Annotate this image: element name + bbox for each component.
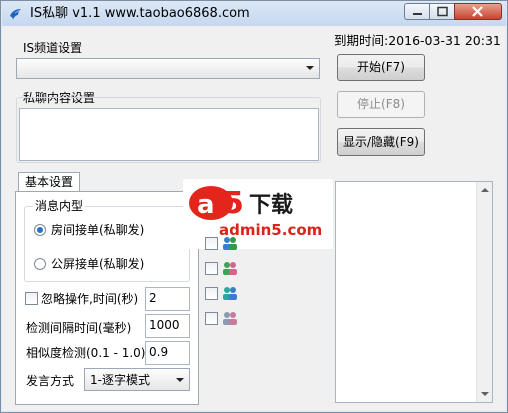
radio-room-order[interactable]	[34, 224, 46, 236]
similarity-label: 相似度检测(0.1 - 1.0)	[26, 346, 146, 360]
avatar-checkbox-2[interactable]	[205, 262, 218, 275]
logo-five: 5	[223, 186, 244, 221]
toggle-visibility-button[interactable]: 显示/隐藏(F9)	[337, 128, 425, 156]
stop-button[interactable]: 停止(F8)	[337, 91, 425, 118]
speak-mode-label: 发言方式	[26, 374, 75, 388]
start-button-label: 开始(F7)	[357, 60, 405, 74]
speak-mode-select[interactable]: 1-逐字模式	[84, 368, 190, 391]
radio-public-order-label: 公屏接单(私聊发)	[51, 257, 145, 271]
channel-select[interactable]	[16, 58, 320, 79]
channel-settings-label: IS频道设置	[23, 41, 83, 55]
logo-download-text: 下载	[249, 192, 293, 218]
radio-public-order[interactable]	[34, 258, 46, 270]
similarity-input[interactable]: 0.9	[145, 341, 190, 365]
ignore-label: 忽略操作,时间(秒)	[41, 292, 139, 306]
users-blue-icon	[223, 237, 237, 250]
users-green-icon	[223, 262, 237, 275]
radio-room-order-label: 房间接单(私聊发)	[51, 223, 145, 237]
stop-button-label: 停止(F8)	[357, 97, 405, 111]
ignore-seconds-input[interactable]: 2	[145, 287, 190, 311]
start-button[interactable]: 开始(F7)	[337, 54, 425, 81]
minimize-button[interactable]	[404, 3, 430, 20]
bird-app-icon	[10, 9, 21, 20]
ignore-checkbox[interactable]	[25, 292, 38, 305]
minimize-icon	[413, 13, 422, 15]
content-textarea[interactable]	[19, 108, 319, 161]
tab-basic-settings-label: 基本设置	[24, 175, 73, 189]
speak-mode-value: 1-逐字模式	[90, 373, 150, 387]
title-bar[interactable]: IS私聊 v1.1 www.taobao6868.com	[2, 2, 506, 26]
main-window: IS私聊 v1.1 www.taobao6868.com IS频道设置 私聊内容…	[0, 0, 508, 413]
chevron-down-icon	[176, 378, 184, 382]
users-gray-icon	[223, 312, 237, 325]
avatar-checkbox-4[interactable]	[205, 312, 218, 325]
interval-label: 检测间隔时间(毫秒)	[26, 321, 132, 335]
avatar-checkbox-3[interactable]	[205, 287, 218, 300]
expire-time: 到期时间:2016-03-31 20:31	[334, 33, 501, 48]
user-list-box[interactable]	[335, 181, 493, 403]
window-title: IS私聊 v1.1 www.taobao6868.com	[30, 6, 250, 21]
scroll-up-arrow-icon[interactable]	[481, 188, 489, 192]
interval-input[interactable]: 1000	[145, 314, 190, 338]
maximize-button[interactable]	[429, 3, 455, 20]
vertical-scrollbar[interactable]	[476, 182, 492, 402]
close-button[interactable]	[454, 3, 502, 20]
maximize-icon	[437, 6, 448, 17]
message-type-label: 消息内型	[33, 199, 86, 213]
scroll-down-arrow-icon[interactable]	[481, 392, 489, 396]
toggle-visibility-button-label: 显示/隐藏(F9)	[343, 135, 419, 149]
avatar-checkbox-1[interactable]	[205, 237, 218, 250]
users-teal-icon	[223, 287, 237, 300]
svg-text:a: a	[197, 190, 215, 220]
chevron-down-icon	[306, 66, 314, 70]
tab-basic-settings[interactable]: 基本设置	[18, 172, 80, 192]
close-icon	[472, 6, 483, 17]
